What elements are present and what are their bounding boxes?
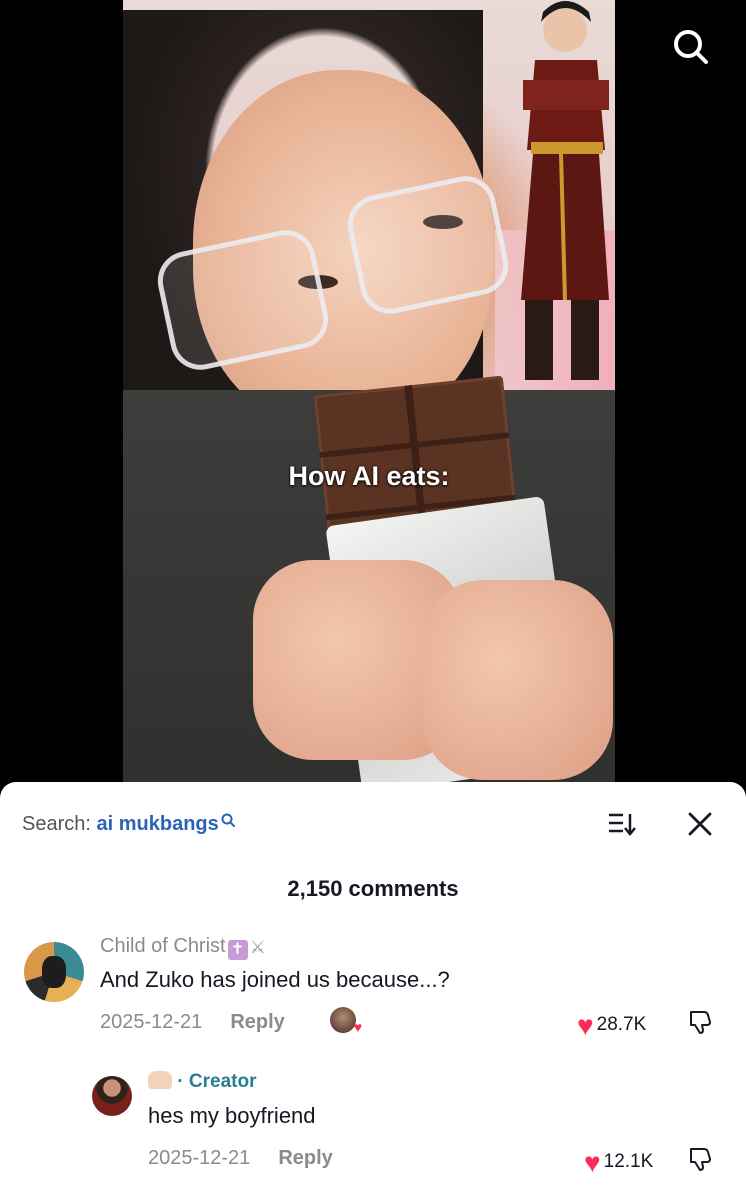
like-count: 28.7K [596,1014,647,1035]
comment-meta: 2025-12-21 Reply [148,1147,333,1170]
dislike-icon[interactable] [686,1145,714,1173]
dislike-icon[interactable] [686,1008,714,1036]
search-prefix: Search: [22,813,91,835]
heart-icon: ♥ [577,1010,594,1041]
close-icon[interactable] [686,810,714,838]
comment-text: And Zuko has joined us because...? [100,967,450,992]
comment-date: 2025-12-21 [148,1147,251,1169]
reply-button[interactable]: Reply [230,1011,284,1033]
sort-icon[interactable] [606,809,636,839]
video-player[interactable]: How AI eats: [123,0,615,800]
comment-username[interactable]: Child of Christ ✝ ⚔ [100,935,266,960]
username-text: Child of Christ [100,935,226,957]
search-icon[interactable] [670,27,710,67]
zuko-character-sticker [521,1,609,380]
like-button[interactable]: ♥ 12.1K [584,1147,653,1179]
heart-icon: ♥ [584,1147,601,1178]
related-search-link[interactable]: Search: ai mukbangs [22,813,235,836]
creator-badge: · Creator [177,1071,257,1092]
search-small-icon [221,813,235,827]
like-count: 12.1K [603,1151,654,1172]
crossed-swords-emoji-icon: ⚔ [249,937,266,957]
comment-meta: 2025-12-21 Reply [100,1011,285,1034]
like-button[interactable]: ♥ 28.7K [577,1010,646,1042]
comment-date: 2025-12-21 [100,1011,203,1033]
liked-by-creator-badge: ♥ [330,1007,362,1035]
video-caption: How AI eats: [288,461,450,491]
avatar[interactable] [24,942,84,1002]
comment-count: 2,150 comments [287,876,459,901]
heart-mini-icon: ♥ [353,1019,362,1035]
avatar[interactable] [92,1076,132,1116]
comment-text: hes my boyfriend [148,1103,316,1128]
creator-username[interactable]: · Creator [148,1071,256,1093]
search-query[interactable]: ai mukbangs [97,813,219,835]
hands-emoji-icon [148,1071,172,1089]
cross-emoji-icon: ✝ [227,940,248,960]
reply-button[interactable]: Reply [278,1147,332,1169]
person-hand-right [423,580,613,780]
